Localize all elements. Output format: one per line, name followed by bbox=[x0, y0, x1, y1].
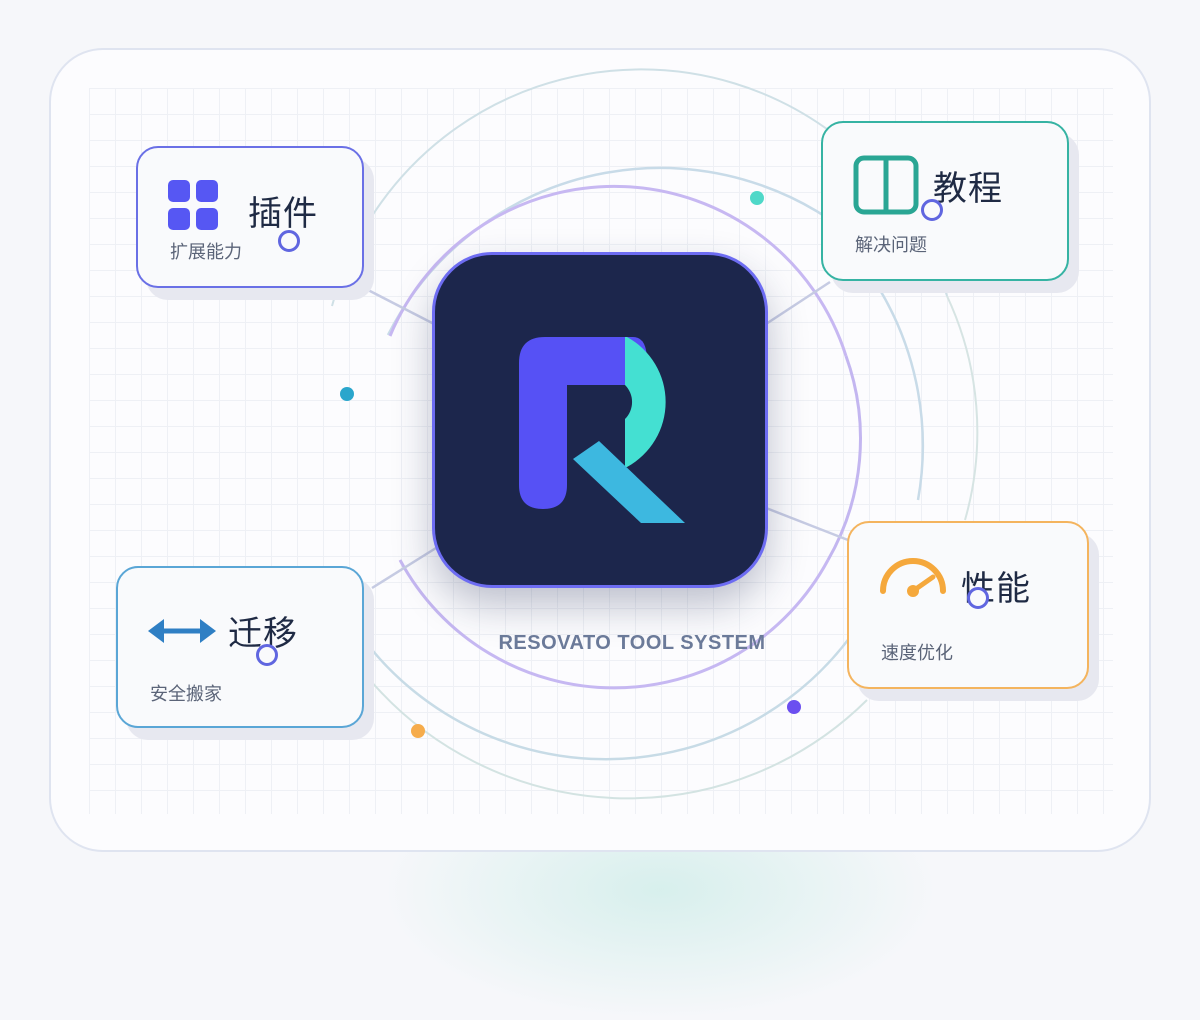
card-connector-knob bbox=[278, 230, 300, 252]
double-arrow-icon bbox=[148, 616, 216, 650]
connector-plugins bbox=[367, 288, 437, 327]
grid-icon bbox=[166, 178, 220, 236]
card-performance[interactable]: 性能 速度优化 bbox=[847, 521, 1089, 689]
card-title: 插件 bbox=[248, 194, 318, 234]
center-logo-tile[interactable] bbox=[432, 252, 768, 588]
card-connector-knob bbox=[256, 644, 278, 666]
book-icon bbox=[853, 155, 919, 219]
dot-blue bbox=[340, 387, 354, 401]
dot-purple bbox=[787, 700, 801, 714]
speedometer-icon bbox=[877, 551, 949, 605]
orbit-ring-outer-right bbox=[946, 295, 979, 521]
card-plugins[interactable]: 插件 扩展能力 bbox=[136, 146, 364, 288]
resovato-logo-icon bbox=[519, 337, 685, 523]
orbit-ring-middle-right bbox=[878, 289, 925, 501]
brand-caption: RESOVATO TOOL SYSTEM bbox=[498, 632, 766, 654]
card-connector-knob bbox=[967, 587, 989, 609]
card-subtitle: 速度优化 bbox=[881, 643, 953, 664]
dot-teal bbox=[750, 191, 764, 205]
card-subtitle: 安全搬家 bbox=[150, 684, 222, 705]
card-tutorials[interactable]: 教程 解决问题 bbox=[821, 121, 1069, 281]
card-subtitle: 扩展能力 bbox=[170, 242, 242, 263]
connector-performance bbox=[765, 506, 849, 542]
card-title: 教程 bbox=[933, 169, 1003, 209]
card-connector-knob bbox=[921, 199, 943, 221]
orbit-ring-outer-bottom bbox=[369, 679, 868, 800]
card-subtitle: 解决问题 bbox=[855, 235, 927, 256]
connector-migration bbox=[371, 546, 437, 590]
card-migration[interactable]: 迁移 安全搬家 bbox=[116, 566, 364, 728]
dot-orange bbox=[411, 724, 425, 738]
